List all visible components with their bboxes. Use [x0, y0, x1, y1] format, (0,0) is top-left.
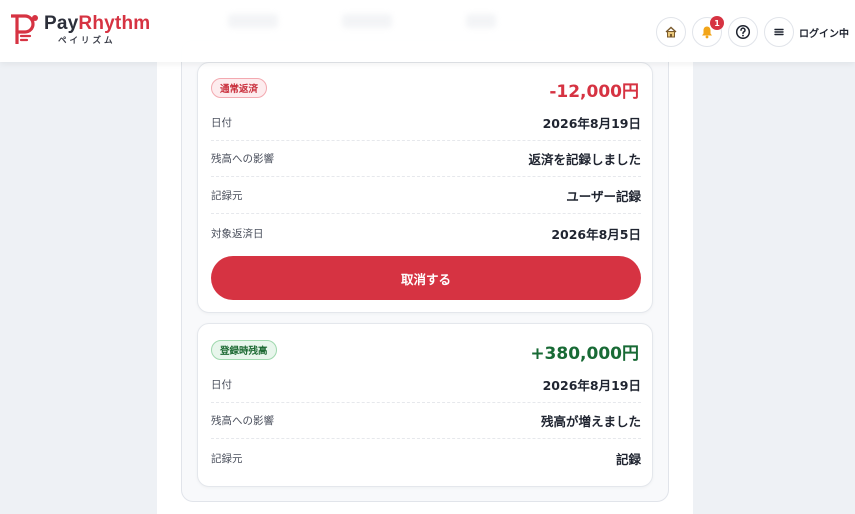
payrhythm-logo-icon: [11, 14, 38, 44]
detail-value: ユーザー記録: [566, 189, 641, 204]
detail-value: 返済を記録しました: [528, 152, 641, 167]
detail-row-date: 日付 2026年8月19日: [211, 367, 641, 403]
cancel-transaction-button[interactable]: 取消する: [211, 256, 641, 300]
brand-logo[interactable]: PayRhythm ペイリズム: [8, 12, 150, 46]
detail-row-balance-effect: 残高への影響 残高が増えました: [211, 403, 641, 439]
detail-row-source: 記録元 ユーザー記録: [211, 178, 641, 214]
detail-label: 記録元: [211, 452, 243, 465]
home-icon: [665, 26, 677, 38]
detail-value: 2026年8月19日: [542, 378, 641, 393]
help-button[interactable]: [728, 17, 758, 47]
menu-icon: [774, 28, 784, 36]
header-tab-ghost: [228, 14, 278, 28]
detail-value: 残高が増えました: [540, 414, 641, 429]
app-header: PayRhythm ペイリズム 1 ログイン中: [0, 0, 855, 62]
home-button[interactable]: [656, 17, 686, 47]
detail-label: 残高への影響: [211, 153, 274, 165]
detail-row-balance-effect: 残高への影響 返済を記録しました: [211, 141, 641, 177]
transaction-amount: -12,000円: [549, 82, 639, 102]
brand-name: PayRhythm: [44, 13, 151, 34]
transaction-amount: +380,000円: [530, 344, 639, 364]
help-icon: [735, 24, 751, 40]
detail-value: 記録: [615, 451, 641, 467]
transaction-card: 通常返済 -12,000円 日付 2026年8月19日 残高への影響 返済を記録…: [197, 62, 653, 313]
detail-value: 2026年8月5日: [551, 226, 641, 242]
brand-kana: ペイリズム: [58, 36, 116, 46]
header-tab-ghost: [466, 14, 496, 28]
header-tab-ghost: [342, 14, 392, 28]
detail-label: 日付: [211, 117, 232, 129]
detail-label: 残高への影響: [211, 415, 274, 427]
transaction-type-badge: 登録時残高: [211, 340, 277, 360]
detail-label: 対象返済日: [211, 227, 264, 240]
login-status: ログイン中: [799, 29, 849, 40]
detail-label: 日付: [211, 379, 232, 391]
notification-count-badge: 1: [710, 16, 724, 30]
detail-label: 記録元: [211, 190, 243, 202]
transaction-card: 登録時残高 +380,000円 日付 2026年8月19日 残高への影響 残高が…: [197, 323, 653, 487]
menu-button[interactable]: [764, 17, 794, 47]
detail-value: 2026年8月19日: [542, 116, 641, 131]
transaction-type-badge: 通常返済: [211, 78, 268, 98]
notification-button[interactable]: 1: [692, 16, 724, 47]
detail-row-target-date: 対象返済日 2026年8月5日: [211, 215, 641, 251]
detail-row-source: 記録元 記録: [211, 440, 641, 476]
detail-row-date: 日付 2026年8月19日: [211, 105, 641, 141]
